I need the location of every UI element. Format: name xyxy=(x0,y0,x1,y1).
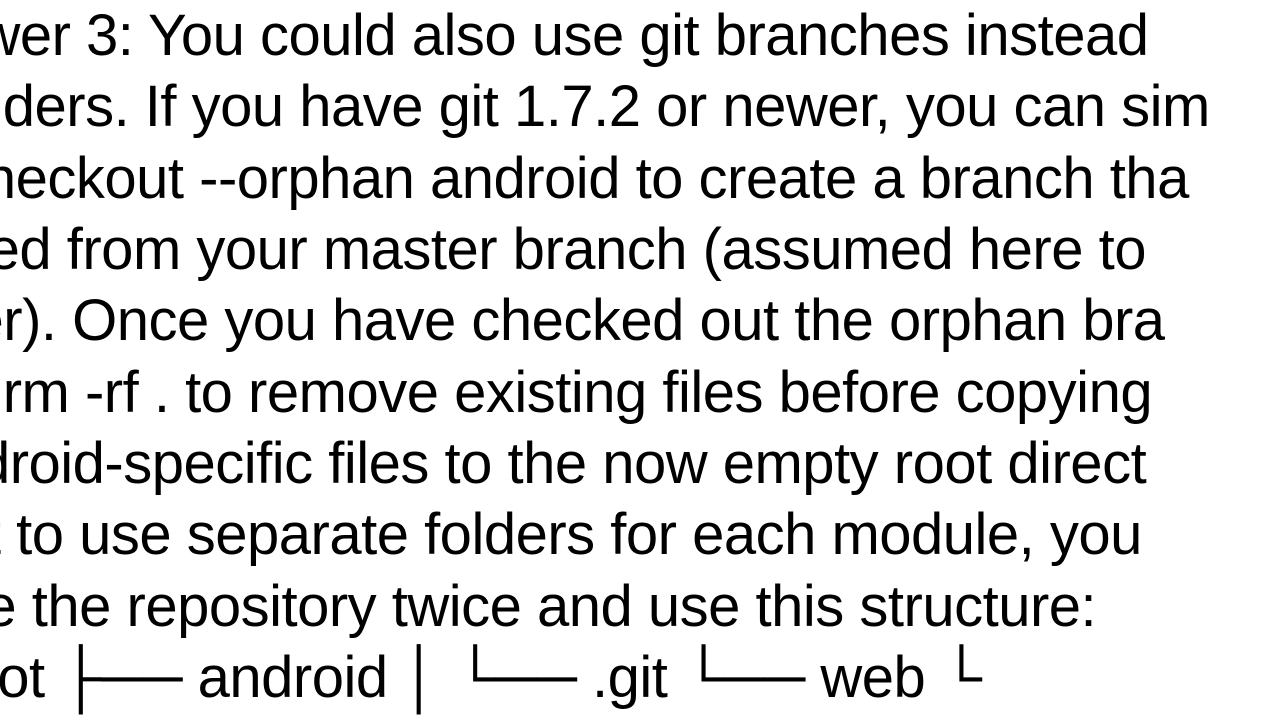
text-line: folder). Once you have checked out the o… xyxy=(0,285,1280,356)
text-line: of folders. If you have git 1.7.2 or new… xyxy=(0,71,1280,142)
document-text: Answer 3: You could also use git branche… xyxy=(0,0,1280,713)
text-line: r android-specific files to the now empt… xyxy=(0,428,1280,499)
text-line: ctRoot ├── android │ └── .git └── web └ xyxy=(0,642,1280,713)
text-line: Answer 3: You could also use git branche… xyxy=(0,0,1280,71)
text-line: want to use separate folders for each mo… xyxy=(0,499,1280,570)
text-line: clone the repository twice and use this … xyxy=(0,571,1280,642)
text-line: n git rm -rf . to remove existing files … xyxy=(0,357,1280,428)
text-line: nected from your master branch (assumed … xyxy=(0,214,1280,285)
text-line: git checkout --orphan android to create … xyxy=(0,143,1280,214)
